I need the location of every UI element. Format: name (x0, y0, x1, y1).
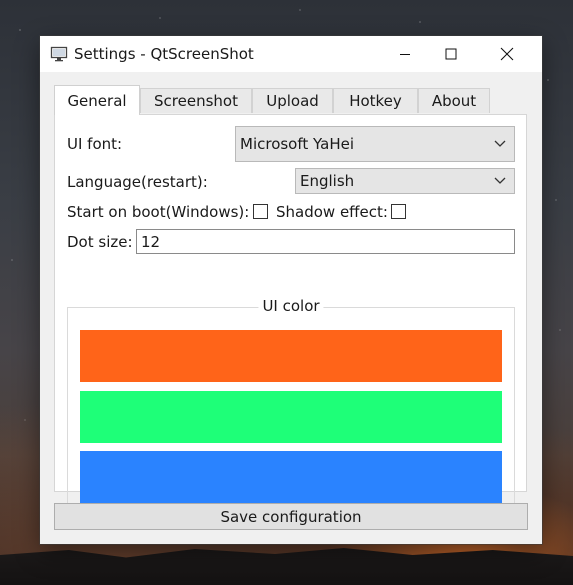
chevron-down-icon (494, 177, 506, 184)
chevron-down-icon (494, 140, 506, 147)
settings-window: Settings - QtScreenShot General Screensh… (40, 36, 542, 544)
dot-size-input[interactable] (136, 229, 515, 254)
window-title: Settings - QtScreenShot (74, 45, 254, 63)
shadow-effect-label: Shadow effect: (276, 203, 388, 221)
language-label: Language(restart): (67, 173, 208, 191)
language-value: English (300, 172, 355, 190)
tab-hotkey-label: Hotkey (349, 92, 402, 110)
language-combobox[interactable]: English (295, 168, 515, 194)
minimize-button[interactable] (382, 36, 428, 72)
dot-size-label: Dot size: (67, 233, 133, 251)
ui-font-value: Microsoft YaHei (240, 135, 354, 153)
tab-hotkey[interactable]: Hotkey (333, 88, 418, 113)
save-configuration-button[interactable]: Save configuration (54, 503, 528, 530)
ui-font-combobox[interactable]: Microsoft YaHei (235, 126, 515, 162)
monitor-icon (50, 46, 68, 62)
ui-color-groupbox: UI color (67, 297, 515, 515)
tab-screenshot[interactable]: Screenshot (140, 88, 252, 113)
ui-color-swatch-1[interactable] (80, 330, 502, 382)
close-icon (500, 47, 514, 61)
close-button[interactable] (484, 36, 530, 72)
tab-about-label: About (431, 92, 477, 110)
tab-upload[interactable]: Upload (252, 88, 333, 113)
tab-general[interactable]: General (54, 85, 140, 115)
start-on-boot-checkbox[interactable] (253, 204, 268, 219)
maximize-icon (445, 48, 457, 60)
tab-about[interactable]: About (418, 88, 490, 113)
ui-color-swatch-3[interactable] (80, 451, 502, 503)
general-tab-panel: UI font: Microsoft YaHei Language(restar… (54, 114, 527, 515)
minimize-icon (400, 54, 410, 55)
tab-screenshot-label: Screenshot (154, 92, 238, 110)
ui-font-label: UI font: (67, 135, 123, 153)
tab-upload-label: Upload (266, 92, 319, 110)
ui-color-swatch-2[interactable] (80, 391, 502, 443)
maximize-button[interactable] (428, 36, 474, 72)
tab-general-label: General (67, 91, 127, 110)
shadow-effect-checkbox[interactable] (391, 204, 406, 219)
title-bar[interactable]: Settings - QtScreenShot (40, 36, 542, 72)
ui-color-title: UI color (258, 297, 324, 315)
start-on-boot-label: Start on boot(Windows): (67, 203, 250, 221)
